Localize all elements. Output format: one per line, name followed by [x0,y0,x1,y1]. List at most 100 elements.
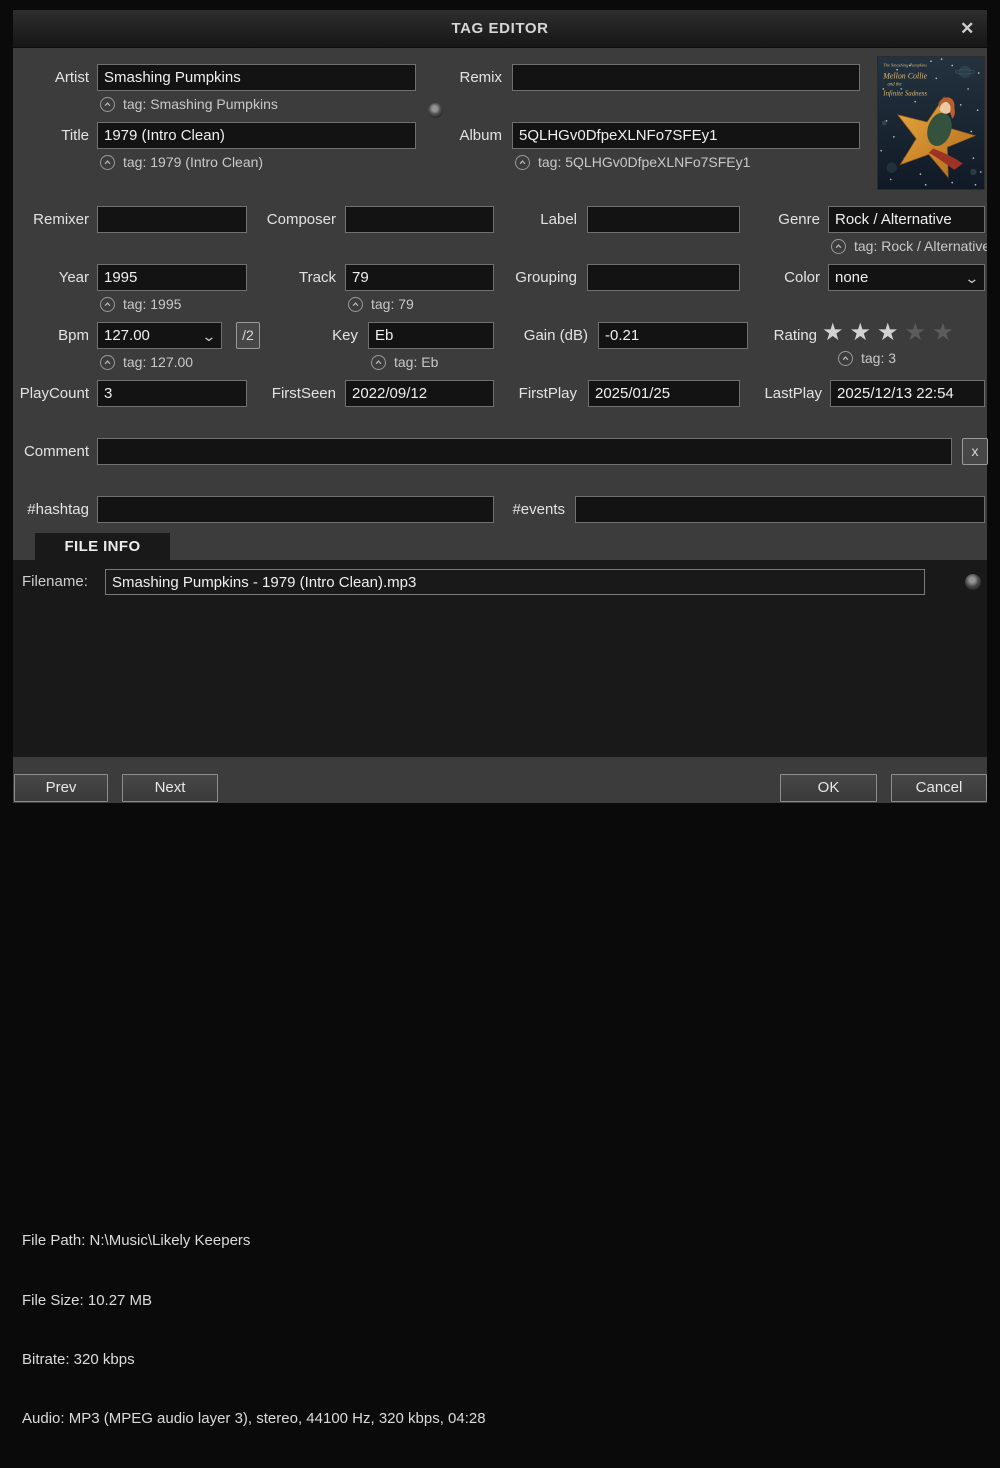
artist-label: Artist [14,64,89,91]
album-art-title-text-1: Mellon Collie [882,71,927,80]
color-select[interactable]: none ⌄ [828,264,985,291]
track-label: Track [240,264,336,291]
file-path-line: File Path: N:\Music\Likely Keepers [22,1231,486,1251]
audio-line: Audio: MP3 (MPEG audio layer 3), stereo,… [22,1409,486,1429]
album-art-title-text-2: and the [888,83,903,88]
rating-star-3[interactable]: ★ [877,319,899,347]
rating-tag-text: tag: 3 [861,350,896,366]
close-icon[interactable]: ✕ [960,10,975,48]
events-label: #events [490,496,565,523]
firstplay-input[interactable] [588,380,740,407]
ok-button[interactable]: OK [780,774,877,802]
title-input[interactable] [97,122,416,149]
key-label: Key [270,322,358,349]
link-indicator-dot [428,103,443,118]
title-tag-up-icon[interactable] [100,155,115,170]
genre-tag-row: tag: Rock / Alternative [831,237,987,255]
remix-label: Remix [430,64,502,91]
tab-file-info[interactable]: FILE INFO [35,533,170,560]
prev-button[interactable]: Prev [14,774,108,802]
rating-tag-row: tag: 3 [838,349,896,367]
rating-tag-up-icon[interactable] [838,351,853,366]
hashtag-input[interactable] [97,496,494,523]
chevron-down-icon: ⌄ [202,329,217,343]
rating-label: Rating [745,322,817,349]
bpm-tag-text: tag: 127.00 [123,354,193,370]
key-tag-row: tag: Eb [371,353,438,371]
bpm-tag-up-icon[interactable] [100,355,115,370]
firstseen-input[interactable] [345,380,494,407]
title-tag-row: tag: 1979 (Intro Clean) [100,153,263,171]
title-label: Title [14,122,89,149]
gain-label: Gain (dB) [500,322,588,349]
artist-input[interactable] [97,64,416,91]
track-input[interactable] [345,264,494,291]
bpm-combobox[interactable]: 127.00 ⌄ [97,322,222,349]
title-tag-text: tag: 1979 (Intro Clean) [123,154,263,170]
lastplay-input[interactable] [830,380,985,407]
composer-input[interactable] [345,206,494,233]
album-tag-text: tag: 5QLHGv0DfpeXLNFo7SFEy1 [538,154,750,170]
filename-indicator-dot [965,574,981,590]
album-tag-up-icon[interactable] [515,155,530,170]
rating-star-4[interactable]: ★ [905,319,927,347]
comment-label: Comment [14,438,89,465]
color-label: Color [745,264,820,291]
hashtag-label: #hashtag [14,496,89,523]
bpm-half-button[interactable]: /2 [236,322,260,349]
artist-tag-text: tag: Smashing Pumpkins [123,96,278,112]
remixer-input[interactable] [97,206,247,233]
year-input[interactable] [97,264,247,291]
playcount-input[interactable] [97,380,247,407]
tag-editor-dialog: TAG EDITOR ✕ Artist tag: Smashing Pumpki… [13,10,987,803]
rating-stars[interactable]: ★★★★★ [822,319,954,347]
track-tag-text: tag: 79 [371,296,414,312]
rating-star-1[interactable]: ★ [822,319,844,347]
track-tag-row: tag: 79 [348,295,414,313]
key-tag-up-icon[interactable] [371,355,386,370]
playcount-label: PlayCount [14,380,89,407]
cancel-button[interactable]: Cancel [891,774,987,802]
genre-input[interactable] [828,206,985,233]
composer-label: Composer [240,206,336,233]
album-input[interactable] [512,122,860,149]
bpm-label: Bpm [14,322,89,349]
album-label: Album [430,122,502,149]
file-info-panel: Filename: File Path: N:\Music\Likely Kee… [13,560,987,757]
chevron-down-icon: ⌄ [965,271,980,285]
genre-tag-up-icon[interactable] [831,239,846,254]
bpm-tag-row: tag: 127.00 [100,353,193,371]
grouping-input[interactable] [587,264,740,291]
track-tag-up-icon[interactable] [348,297,363,312]
grouping-label: Grouping [480,264,577,291]
key-tag-text: tag: Eb [394,354,438,370]
remixer-label: Remixer [14,206,89,233]
album-tag-row: tag: 5QLHGv0DfpeXLNFo7SFEy1 [515,153,750,171]
rating-star-2[interactable]: ★ [850,319,872,347]
bpm-value: 127.00 [104,327,150,344]
dialog-title: TAG EDITOR [451,20,548,37]
bitrate-line: Bitrate: 320 kbps [22,1350,486,1370]
color-select-value: none [835,269,868,286]
artist-tag-up-icon[interactable] [100,97,115,112]
label-input[interactable] [587,206,740,233]
remix-input[interactable] [512,64,860,91]
gain-input[interactable] [598,322,748,349]
firstplay-label: FirstPlay [490,380,577,407]
comment-clear-button[interactable]: x [962,438,988,465]
year-tag-up-icon[interactable] [100,297,115,312]
artist-tag-row: tag: Smashing Pumpkins [100,95,278,113]
year-tag-row: tag: 1995 [100,295,181,313]
lastplay-label: LastPlay [745,380,822,407]
album-art[interactable]: The Smashing Pumpkins Mellon Collie and … [877,56,985,190]
events-input[interactable] [575,496,985,523]
genre-label: Genre [745,206,820,233]
rating-star-5[interactable]: ★ [932,319,954,347]
next-button[interactable]: Next [122,774,218,802]
label-label: Label [500,206,577,233]
filename-input[interactable] [105,569,925,595]
key-input[interactable] [368,322,494,349]
album-art-title-text-3: Infinite Sadness [882,90,927,97]
comment-input[interactable] [97,438,952,465]
genre-tag-text: tag: Rock / Alternative [854,238,987,254]
